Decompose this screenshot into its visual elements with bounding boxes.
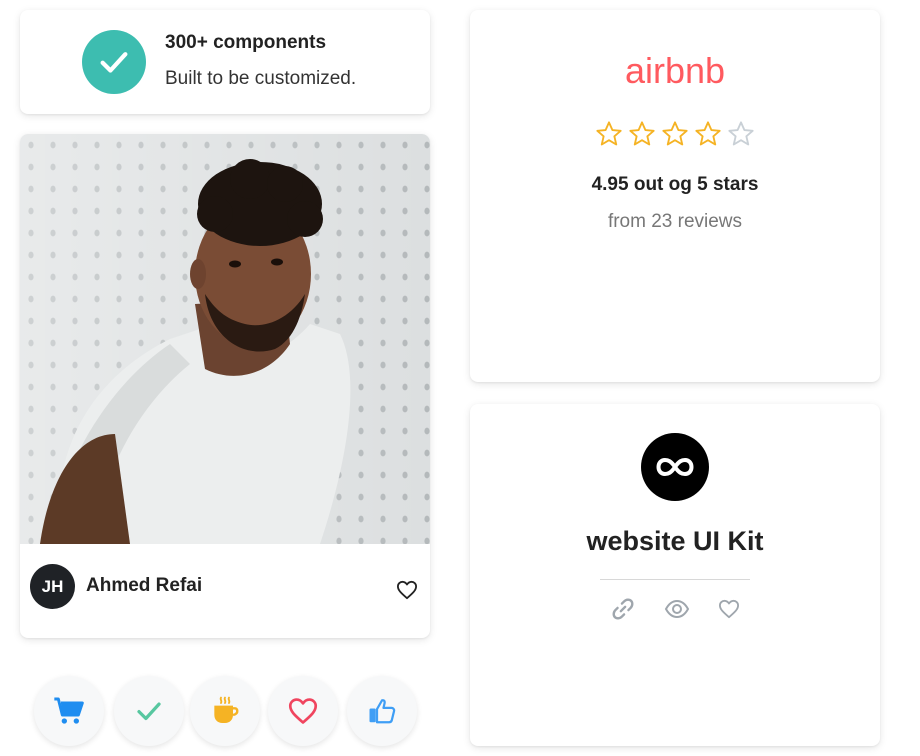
brand-name: airbnb <box>624 50 726 91</box>
cart-button[interactable] <box>34 676 104 746</box>
check-button[interactable] <box>114 676 184 746</box>
feature-card: 300+ components Built to be customized. <box>20 10 430 114</box>
star-filled-icon[interactable] <box>628 120 656 148</box>
kit-card: website UI Kit <box>470 404 880 746</box>
feature-title: 300+ components <box>165 32 327 53</box>
reviews-count: from 23 reviews <box>607 211 743 232</box>
profile-card: JH Ahmed Refai <box>20 134 430 638</box>
star-filled-icon[interactable] <box>694 120 722 148</box>
heart-icon <box>288 698 318 724</box>
infinity-icon <box>641 433 709 501</box>
check-badge-icon <box>82 30 146 94</box>
profile-photo <box>20 134 430 544</box>
check-icon <box>137 702 161 721</box>
rating-text: 4.95 out og 5 stars <box>591 174 759 195</box>
rating-card: airbnb 4.95 out og 5 stars from 23 revie… <box>470 10 880 382</box>
eye-icon[interactable] <box>664 596 690 622</box>
cart-icon <box>54 697 84 724</box>
coffee-icon <box>214 696 239 723</box>
profile-name[interactable]: Ahmed Refai <box>86 575 202 597</box>
favorite-button[interactable] <box>268 676 338 746</box>
star-rating <box>470 120 880 148</box>
coffee-button[interactable] <box>190 676 260 746</box>
heart-icon[interactable] <box>396 580 420 602</box>
star-filled-icon[interactable] <box>595 120 623 148</box>
feature-subtitle: Built to be customized. <box>165 68 357 89</box>
star-filled-icon[interactable] <box>661 120 689 148</box>
kit-title: website UI Kit <box>586 526 764 556</box>
divider <box>600 579 750 580</box>
star-empty-icon[interactable] <box>727 120 755 148</box>
avatar[interactable]: JH <box>30 564 75 609</box>
heart-outline-icon[interactable] <box>716 596 742 622</box>
thumbs-up-button[interactable] <box>347 676 417 746</box>
link-icon[interactable] <box>610 596 636 622</box>
thumbs-up-icon <box>369 699 396 724</box>
